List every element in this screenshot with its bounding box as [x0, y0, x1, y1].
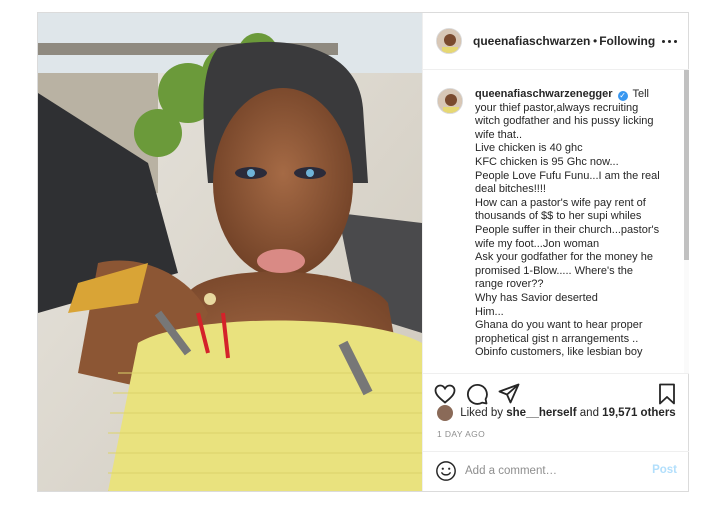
caption-line: Obinfo customers, like lesbian boy: [475, 346, 643, 359]
author-username[interactable]: queenafiaschwarzeneg: [473, 34, 591, 48]
caption-line: How can a pastor's wife pay rent of: [475, 196, 646, 209]
caption-username[interactable]: queenafiaschwarzenegger: [475, 88, 613, 100]
comment-box: Post: [423, 451, 689, 492]
caption-line: Tell: [632, 88, 649, 100]
caption-line: prophetical gist n arrangements ..: [475, 332, 639, 345]
heart-icon[interactable]: [433, 382, 457, 406]
caption-line: Him...: [475, 305, 504, 318]
author-avatar[interactable]: [436, 28, 462, 54]
likes-summary: Liked by she__herself and 19,571 others: [437, 405, 676, 423]
verified-badge-icon: ✓: [617, 91, 628, 101]
following-button[interactable]: Following: [599, 34, 655, 48]
post-comment-button[interactable]: Post: [652, 464, 677, 476]
caption-line: KFC chicken is 95 Ghc now...: [475, 155, 619, 168]
caption-line: wife my foot...Jon woman: [475, 237, 600, 250]
post-sidebar: queenafiaschwarzeneg•Following queenafia…: [422, 13, 689, 491]
caption-line: People suffer in their church...pastor's: [475, 223, 660, 236]
caption-line: Ask your godfather for the money he: [475, 251, 653, 264]
liker-avatar[interactable]: [437, 405, 453, 421]
caption-line: wife that..: [475, 128, 523, 141]
bookmark-icon[interactable]: [655, 382, 679, 406]
caption-line: Why has Savior deserted: [475, 291, 598, 304]
caption-scrollbar-thumb[interactable]: [684, 70, 689, 260]
header-separator: •: [593, 34, 598, 48]
caption-line: Ghana do you want to hear proper: [475, 319, 643, 332]
caption-area: queenafiaschwarzenegger ✓ Tell your thie…: [423, 70, 689, 373]
caption-line: People Love Fufu Funu...I am the real: [475, 169, 660, 182]
post-timestamp[interactable]: 1 DAY AGO: [437, 429, 485, 439]
post-photo[interactable]: [38, 13, 422, 491]
caption-line: Live chicken is 40 ghc: [475, 142, 583, 155]
likes-prefix: Liked by: [460, 407, 504, 420]
caption-line: witch godfather and his pussy licking: [475, 115, 654, 128]
smiley-icon[interactable]: [435, 460, 457, 482]
caption-avatar[interactable]: [437, 88, 463, 114]
more-options-icon[interactable]: [659, 31, 679, 51]
caption-line: thousands of $$ to her supi whiles: [475, 210, 642, 223]
instagram-post: queenafiaschwarzeneg•Following queenafia…: [37, 12, 689, 492]
caption-line: range rover??: [475, 278, 544, 291]
caption-line: promised 1-Blow..... Where's the: [475, 264, 633, 277]
header-text: queenafiaschwarzeneg•Following: [473, 34, 655, 48]
post-header: queenafiaschwarzeneg•Following: [423, 13, 689, 70]
post-photo-image: [38, 13, 422, 491]
caption-text: queenafiaschwarzenegger ✓ Tell your thie…: [475, 88, 681, 360]
caption-line: deal bitches!!!!: [475, 183, 546, 196]
comment-icon[interactable]: [465, 382, 489, 406]
paper-plane-icon[interactable]: [497, 382, 521, 406]
comment-input[interactable]: [465, 462, 635, 480]
liker-username[interactable]: she__herself: [506, 407, 576, 419]
caption-line: your thief pastor,always recruiting: [475, 101, 639, 114]
likes-and: and: [579, 407, 599, 420]
likes-count[interactable]: 19,571 others: [602, 407, 676, 419]
